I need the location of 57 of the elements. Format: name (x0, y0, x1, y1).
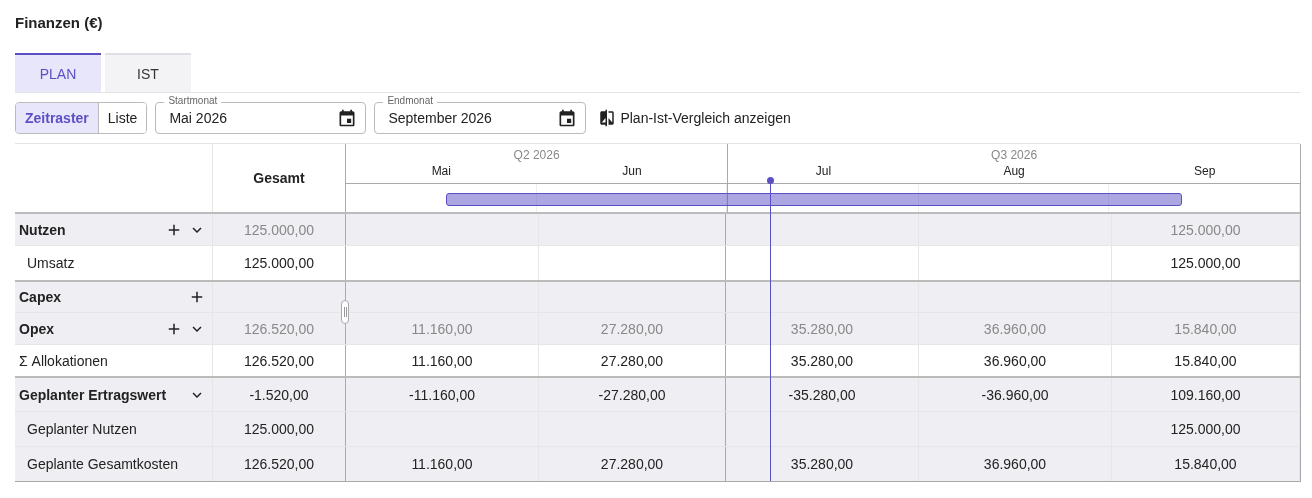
table-cell: 36.960,00 (983, 352, 1047, 369)
table-cell: -11.160,00 (409, 386, 475, 403)
table-cell: 11.160,00 (411, 352, 473, 369)
table-cell: 35.280,00 (790, 352, 854, 369)
month-label: Aug (1002, 163, 1026, 178)
table-cell: -35.280,00 (788, 386, 856, 403)
table-cell: 125.000,00 (1170, 255, 1241, 271)
tab[interactable]: IST (105, 53, 191, 92)
table-cell: 125.000,00 (1170, 421, 1241, 437)
today-marker (767, 177, 774, 184)
compare-button[interactable]: Plan-Ist-Vergleich anzeigen (594, 109, 795, 127)
table-cell: 126.520,00 (243, 320, 315, 337)
table-cell: 126.520,00 (243, 456, 315, 472)
page-title: Finanzen (€) (15, 13, 103, 33)
month-label: Jun (621, 163, 643, 178)
table-cell: -36.960,00 (981, 386, 1049, 403)
calendar-icon[interactable] (557, 108, 578, 128)
quarter-label: Q2 2026 (513, 148, 560, 162)
row-label: Capex (19, 289, 62, 305)
table-cell: -27.280,00 (598, 386, 666, 403)
month-label: Sep (1193, 163, 1217, 178)
resize-handle[interactable] (341, 300, 349, 324)
table-cell: 11.160,00 (411, 320, 473, 337)
table-cell: 126.520,00 (243, 352, 315, 369)
column-header: Gesamt (253, 170, 305, 186)
row-label: Nutzen (19, 221, 66, 238)
view-toggle-button[interactable]: Zeitraster (16, 103, 99, 133)
table-cell: 15.840,00 (1174, 456, 1237, 472)
table-cell: 36.960,00 (983, 456, 1047, 472)
table-cell: 27.280,00 (600, 352, 664, 369)
month-label: Mai (430, 163, 452, 178)
tab[interactable]: PLAN (15, 53, 101, 92)
row-label: Σ Allokationen (19, 352, 108, 369)
row-label: Opex (19, 320, 54, 337)
month-label: Jul (814, 163, 833, 178)
table-cell: 15.840,00 (1174, 352, 1237, 369)
gantt-bar[interactable] (446, 193, 1182, 206)
table-cell: 11.160,00 (411, 456, 473, 472)
table-cell: 125.000,00 (243, 221, 315, 238)
table-cell: 15.840,00 (1174, 320, 1237, 337)
table-cell: 125.000,00 (243, 255, 315, 271)
row-label: Geplanter Nutzen (26, 421, 137, 437)
table-cell: 27.280,00 (600, 320, 664, 337)
table-cell: 27.280,00 (600, 456, 664, 472)
table-cell: 125.000,00 (243, 421, 315, 437)
quarter-label: Q3 2026 (991, 148, 1038, 162)
table-cell: -1.520,00 (249, 386, 309, 403)
table-cell: 109.160,00 (1170, 386, 1241, 403)
calendar-icon[interactable] (337, 108, 358, 128)
row-label: Umsatz (26, 255, 75, 271)
row-label: Geplante Gesamtkosten (26, 456, 178, 472)
compare-icon (598, 109, 617, 127)
table-cell: 125.000,00 (1170, 221, 1241, 238)
row-label: Geplanter Ertragswert (19, 386, 167, 403)
table-cell: 35.280,00 (790, 320, 854, 337)
table-cell: 36.960,00 (983, 320, 1047, 337)
table-cell: 35.280,00 (790, 456, 854, 472)
